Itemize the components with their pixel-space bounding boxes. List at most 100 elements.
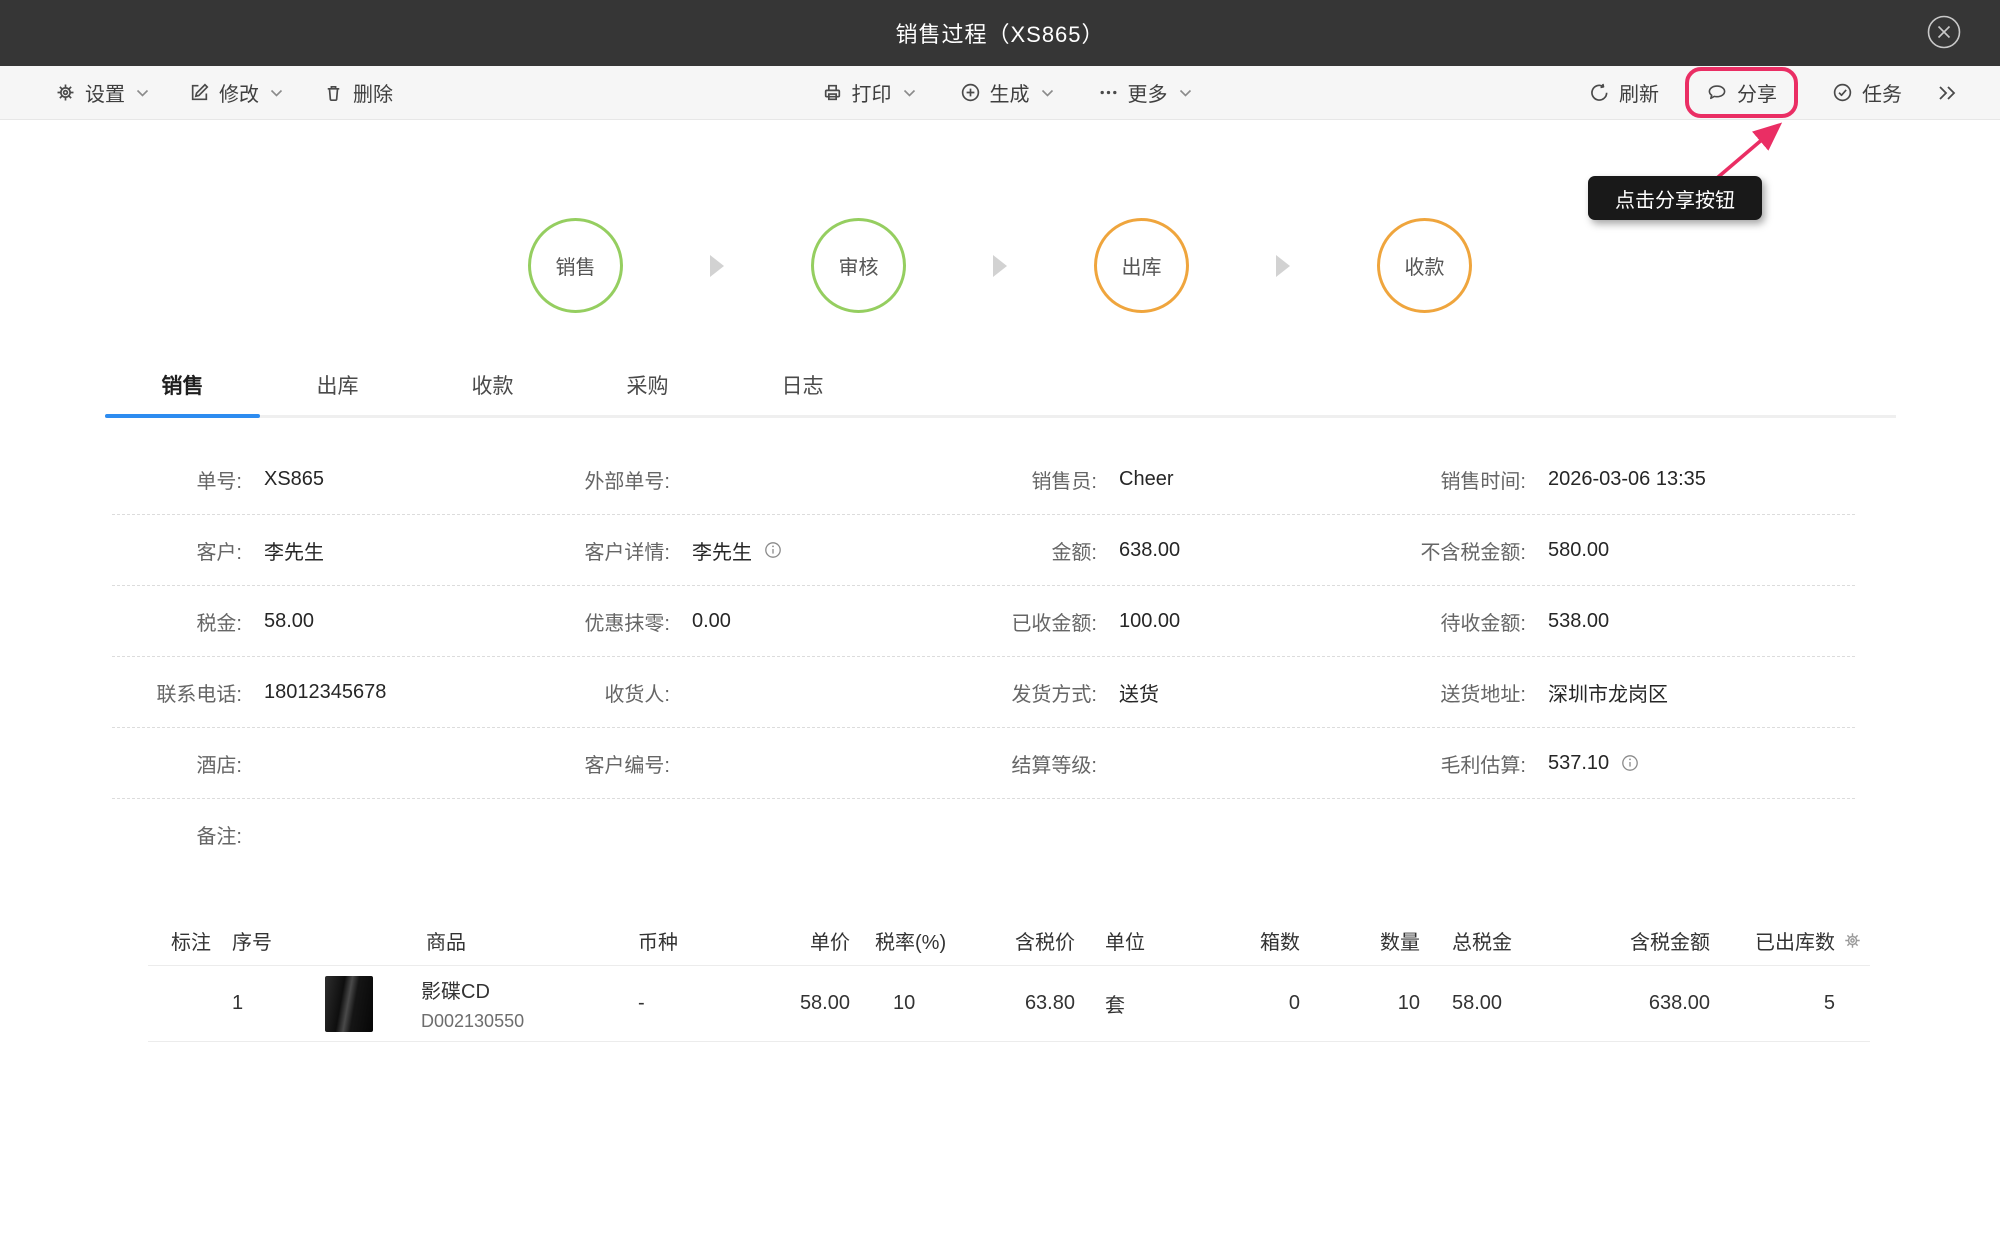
field-label: 结算等级: [1011, 754, 1097, 777]
generate-label: 生成 [989, 84, 1030, 106]
comment-bubble-icon [1706, 82, 1728, 103]
field-label: 客户: [196, 541, 242, 564]
header-tax-rate: 税率(%) [875, 932, 947, 954]
field-value: 58.00 [264, 609, 315, 632]
chevron-down-icon [136, 89, 149, 97]
step-label: 销售 [555, 257, 596, 279]
printer-icon [822, 82, 843, 103]
cell-price-with-tax: 63.80 [1024, 992, 1075, 1014]
expand-toolbar-button[interactable] [1936, 84, 1958, 102]
page-title: 销售过程（XS865） [895, 22, 1105, 47]
form-row: 联系电话: 18012345678 收货人: 发货方式: 送货 送货地址: 深圳… [112, 657, 1855, 728]
toolbar-right-group: 刷新 分享 任务 [1192, 67, 2000, 118]
field-label: 优惠抹零: [584, 612, 670, 635]
field-received-amount: 已收金额: 100.00 [967, 607, 1396, 636]
field-label: 备注: [196, 826, 242, 848]
cell-amount-with-tax: 638.00 [1648, 992, 1710, 1014]
double-chevron-right-icon [1936, 84, 1958, 102]
field-value: 638.00 [1119, 538, 1181, 561]
header-unit-price: 单价 [810, 932, 850, 954]
product-thumbnail[interactable] [325, 975, 373, 1032]
info-icon[interactable] [1621, 754, 1639, 772]
step-arrow-icon [906, 254, 1094, 277]
chevron-down-icon [1041, 89, 1054, 97]
column-settings-button[interactable] [1835, 931, 1870, 950]
step-sales[interactable]: 销售 [528, 218, 623, 313]
tab-label: 出库 [316, 375, 359, 398]
field-pending-amount: 待收金额: 538.00 [1396, 607, 1855, 636]
share-tooltip-text: 点击分享按钮 [1615, 189, 1735, 212]
toolbar-center-group: 打印 生成 更多 [822, 78, 1192, 107]
field-value: 580.00 [1548, 538, 1610, 561]
step-label: 收款 [1404, 257, 1445, 279]
product-text: 影碟CD D002130550 [421, 975, 524, 1032]
settings-button[interactable]: 设置 [55, 78, 149, 107]
field-customer: 客户: 李先生 [112, 536, 540, 565]
field-label: 酒店: [196, 754, 242, 777]
edit-icon [189, 82, 210, 103]
cell-unit-price: 58.00 [799, 992, 850, 1014]
gear-icon [55, 82, 76, 103]
step-payment[interactable]: 收款 [1377, 218, 1472, 313]
task-button[interactable]: 任务 [1832, 78, 1902, 107]
step-outbound[interactable]: 出库 [1094, 218, 1189, 313]
header-boxes: 箱数 [1260, 932, 1300, 954]
delete-button[interactable]: 删除 [323, 78, 393, 107]
generate-button[interactable]: 生成 [960, 78, 1054, 107]
field-order-no: 单号: XS865 [112, 465, 540, 494]
print-button[interactable]: 打印 [822, 78, 916, 107]
tab-outbound[interactable]: 出库 [260, 370, 415, 415]
cell-product: 影碟CD D002130550 [300, 975, 600, 1032]
detail-tabs: 销售 出库 收款 采购 日志 [105, 370, 1896, 418]
tab-sales[interactable]: 销售 [105, 370, 260, 418]
header-shipped-qty: 已出库数 [1755, 932, 1835, 954]
modify-button[interactable]: 修改 [189, 78, 283, 107]
header-price-with-tax: 含税价 [1015, 932, 1075, 954]
tab-label: 日志 [781, 375, 824, 398]
form-row: 单号: XS865 外部单号: 销售员: Cheer 销售时间: 2026-03… [112, 444, 1855, 515]
chevron-down-icon [270, 89, 283, 97]
close-button[interactable] [1924, 12, 1964, 52]
step-arrow-icon [1189, 254, 1377, 277]
close-icon [1926, 14, 1962, 50]
share-button[interactable]: 分享 [1706, 78, 1777, 107]
modify-label: 修改 [219, 84, 259, 106]
print-label: 打印 [851, 84, 892, 106]
tab-label: 采购 [626, 375, 669, 398]
product-name: 影碟CD [421, 981, 490, 1003]
table-header-row: 标注 序号 商品 币种 单价 税率(%) 含税价 单位 箱数 数量 总税金 含税… [148, 916, 1870, 966]
field-value: 18012345678 [264, 680, 387, 703]
ellipsis-icon [1098, 82, 1119, 103]
order-detail-form: 单号: XS865 外部单号: 销售员: Cheer 销售时间: 2026-03… [112, 444, 1855, 870]
field-external-no: 外部单号: [540, 465, 967, 494]
form-row: 酒店: 客户编号: 结算等级: 毛利估算: 537.10 [112, 728, 1855, 799]
task-label: 任务 [1862, 84, 1902, 106]
field-label: 毛利估算: [1440, 754, 1526, 777]
field-value: 李先生 [692, 541, 752, 564]
tab-payment[interactable]: 收款 [415, 370, 570, 415]
product-table: 标注 序号 商品 币种 单价 税率(%) 含税价 单位 箱数 数量 总税金 含税… [148, 916, 1870, 1042]
field-value: XS865 [264, 467, 325, 490]
delete-label: 删除 [353, 84, 393, 106]
cell-currency: - [638, 992, 645, 1014]
step-review[interactable]: 审核 [811, 218, 906, 313]
field-amount-excl-tax: 不含税金额: 580.00 [1396, 536, 1855, 565]
field-delivery-address: 送货地址: 深圳市龙岗区 [1396, 678, 1855, 707]
field-phone: 联系电话: 18012345678 [112, 678, 540, 707]
refresh-button[interactable]: 刷新 [1589, 78, 1659, 107]
gear-icon [1843, 931, 1862, 950]
field-label: 税金: [196, 612, 242, 635]
cell-shipped-qty: 5 [1823, 992, 1835, 1014]
field-delivery-method: 发货方式: 送货 [967, 678, 1396, 707]
info-icon[interactable] [764, 541, 782, 559]
tab-purchase[interactable]: 采购 [570, 370, 725, 415]
share-label: 分享 [1737, 84, 1777, 106]
more-button[interactable]: 更多 [1098, 78, 1192, 107]
field-label: 收货人: [604, 683, 670, 706]
step-label: 审核 [838, 257, 879, 279]
tab-log[interactable]: 日志 [725, 370, 880, 415]
step-arrow-icon [623, 254, 811, 277]
product-code: D002130550 [421, 1011, 525, 1031]
header-currency: 币种 [638, 932, 678, 954]
field-settlement-level: 结算等级: [967, 749, 1396, 778]
